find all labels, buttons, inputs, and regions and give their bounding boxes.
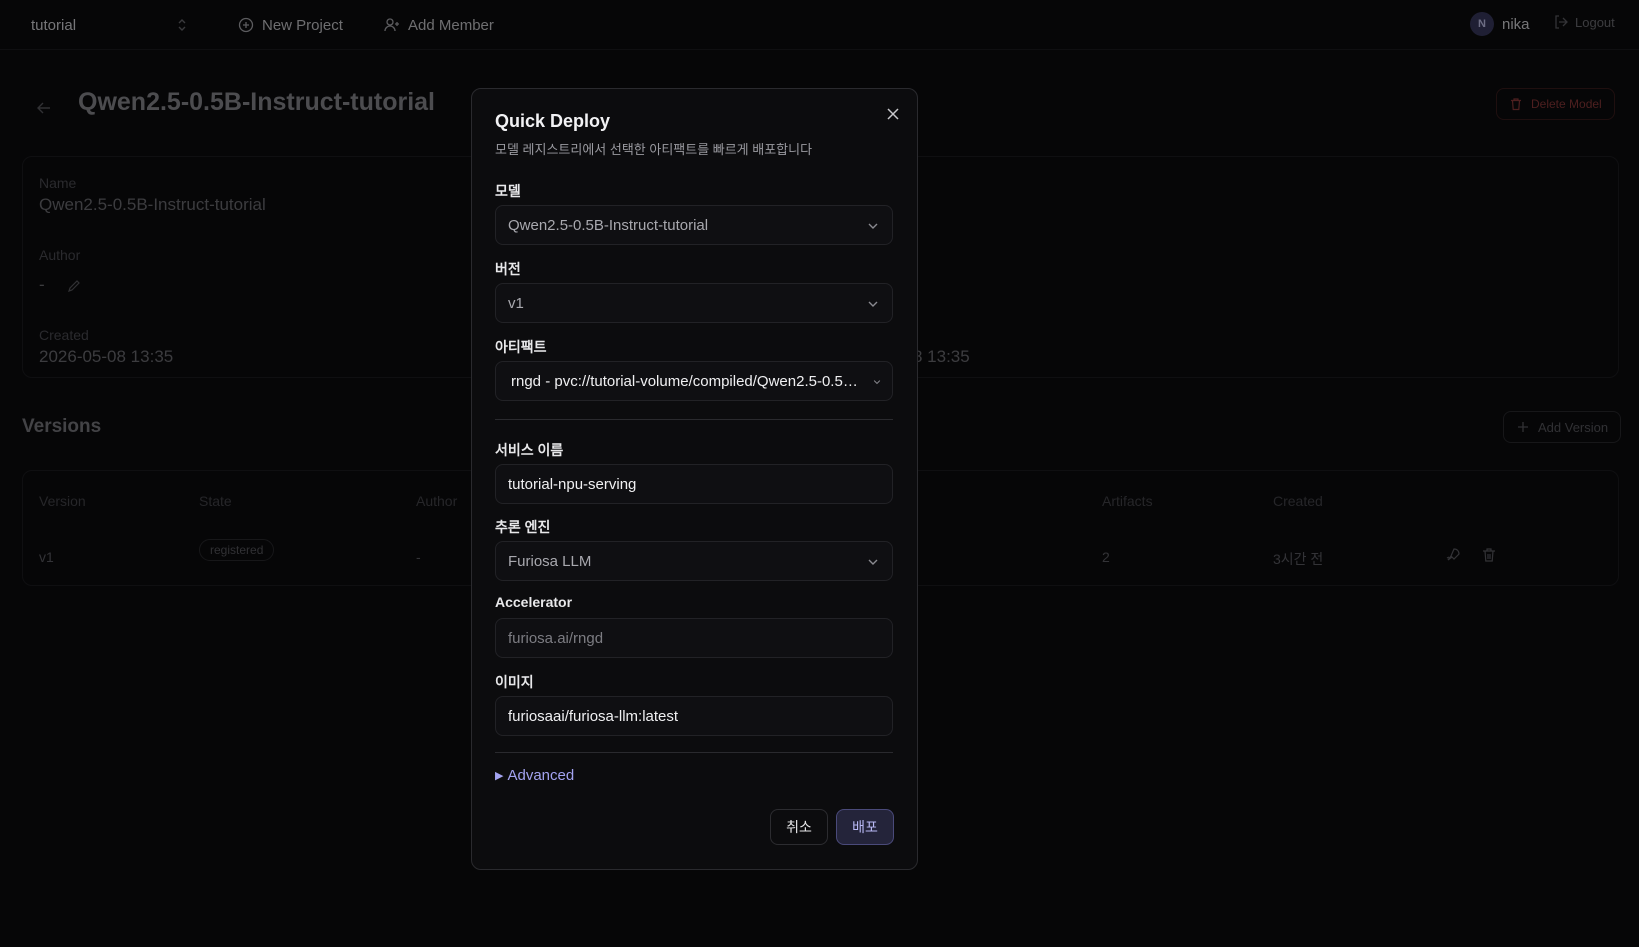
engine-select-value: Furiosa LLM — [508, 552, 592, 570]
dialog-title: Quick Deploy — [495, 111, 611, 131]
quick-deploy-dialog: Quick Deploy 모델 레지스트리에서 선택한 아티팩트를 빠르게 배포… — [471, 88, 918, 870]
artifact-select-value: rngd - pvc://tutorial-volume/compiled/Qw… — [511, 372, 864, 390]
advanced-label: Advanced — [507, 767, 575, 784]
advanced-toggle[interactable]: ▶ Advanced — [495, 767, 574, 784]
artifact-label: 아티팩트 — [495, 339, 547, 355]
chevron-down-icon — [868, 223, 878, 229]
cancel-button[interactable]: 취소 — [770, 809, 828, 845]
divider — [495, 419, 893, 420]
service-name-value: tutorial-npu-serving — [508, 475, 637, 493]
model-select[interactable]: Qwen2.5-0.5B-Instruct-tutorial — [495, 205, 893, 245]
chevron-down-icon — [868, 559, 878, 565]
model-label: 모델 — [495, 183, 521, 199]
service-name-label: 서비스 이름 — [495, 442, 564, 458]
dialog-subtitle: 모델 레지스트리에서 선택한 아티팩트를 빠르게 배포합니다 — [495, 142, 813, 157]
chevron-down-icon — [873, 380, 881, 385]
image-label: 이미지 — [495, 674, 534, 690]
version-label: 버전 — [495, 261, 521, 277]
engine-label: 추론 엔진 — [495, 519, 551, 535]
deploy-button[interactable]: 배포 — [836, 809, 894, 845]
artifact-select[interactable]: rngd - pvc://tutorial-volume/compiled/Qw… — [495, 361, 893, 401]
divider — [495, 752, 893, 753]
image-value: furiosaai/furiosa-llm:latest — [508, 707, 679, 725]
close-icon[interactable] — [885, 106, 901, 122]
version-select[interactable]: v1 — [495, 283, 893, 323]
model-select-value: Qwen2.5-0.5B-Instruct-tutorial — [508, 216, 709, 234]
image-input[interactable]: furiosaai/furiosa-llm:latest — [495, 696, 893, 736]
engine-select[interactable]: Furiosa LLM — [495, 541, 893, 581]
accelerator-label: Accelerator — [495, 594, 573, 610]
version-select-value: v1 — [508, 294, 524, 312]
accelerator-placeholder: furiosa.ai/rngd — [508, 629, 604, 647]
triangle-right-icon: ▶ — [495, 770, 504, 782]
chevron-down-icon — [868, 301, 878, 307]
accelerator-input[interactable]: furiosa.ai/rngd — [495, 618, 893, 658]
service-name-input[interactable]: tutorial-npu-serving — [495, 464, 893, 504]
